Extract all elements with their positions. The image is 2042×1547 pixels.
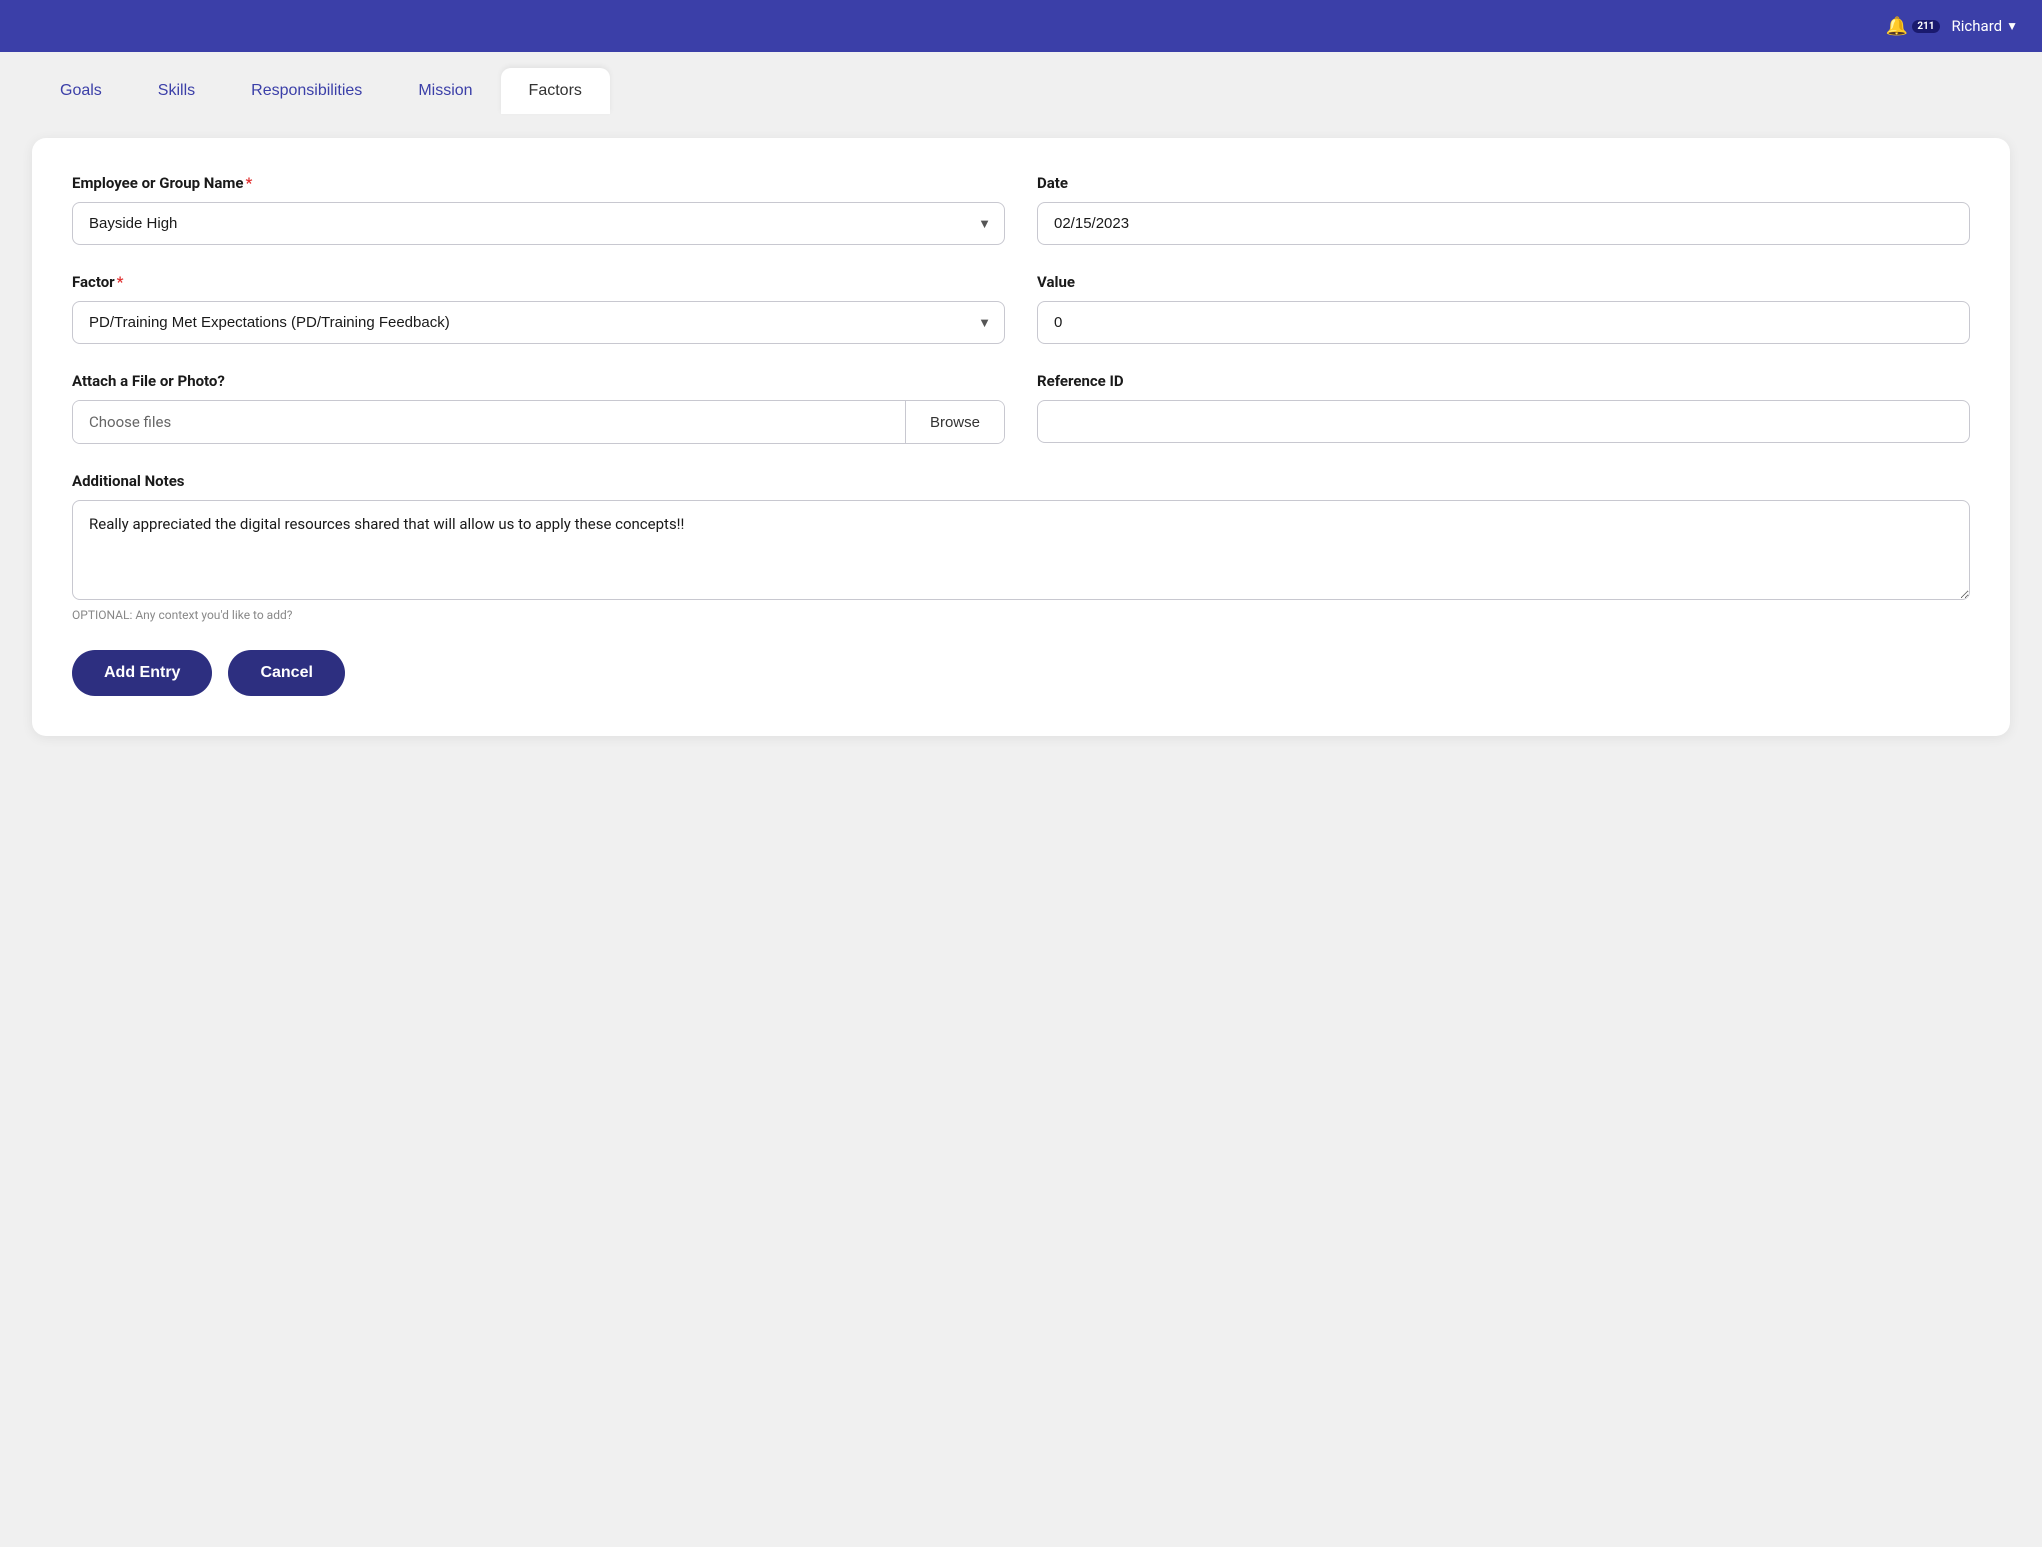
notes-group: Additional Notes Really appreciated the … <box>72 472 1970 600</box>
date-group: Date <box>1037 174 1970 245</box>
file-placeholder: Choose files <box>73 401 905 443</box>
notification-bell[interactable]: 🔔 211 <box>1886 16 1940 37</box>
attach-label: Attach a File or Photo? <box>72 372 1005 390</box>
user-name: Richard <box>1952 17 2003 35</box>
topbar: 🔔 211 Richard ▼ <box>0 0 2042 52</box>
required-star: * <box>246 174 253 192</box>
factor-select-wrapper: PD/Training Met Expectations (PD/Trainin… <box>72 301 1005 344</box>
tab-mission[interactable]: Mission <box>390 68 500 114</box>
employee-group: Employee or Group Name* Bayside High ▼ <box>72 174 1005 245</box>
form-row-2: Factor* PD/Training Met Expectations (PD… <box>72 273 1970 344</box>
tabs-bar: Goals Skills Responsibilities Mission Fa… <box>0 52 2042 114</box>
employee-select[interactable]: Bayside High <box>72 202 1005 245</box>
notes-textarea[interactable]: Really appreciated the digital resources… <box>72 500 1970 600</box>
tab-factors[interactable]: Factors <box>501 68 610 114</box>
file-input-wrapper: Choose files Browse <box>72 400 1005 444</box>
optional-hint: OPTIONAL: Any context you'd like to add? <box>72 608 1970 622</box>
tab-goals[interactable]: Goals <box>32 68 130 114</box>
employee-select-wrapper: Bayside High ▼ <box>72 202 1005 245</box>
notes-label: Additional Notes <box>72 472 1970 490</box>
factor-label: Factor* <box>72 273 1005 291</box>
tab-skills[interactable]: Skills <box>130 68 223 114</box>
cancel-button[interactable]: Cancel <box>228 650 344 696</box>
form-row-1: Employee or Group Name* Bayside High ▼ D… <box>72 174 1970 245</box>
file-group: Attach a File or Photo? Choose files Bro… <box>72 372 1005 444</box>
chevron-down-icon: ▼ <box>2006 19 2018 33</box>
user-menu[interactable]: Richard ▼ <box>1952 17 2018 35</box>
main-content: Employee or Group Name* Bayside High ▼ D… <box>0 114 2042 776</box>
value-label: Value <box>1037 273 1970 291</box>
add-entry-button[interactable]: Add Entry <box>72 650 212 696</box>
factor-required-star: * <box>117 273 124 291</box>
value-input[interactable] <box>1037 301 1970 344</box>
factor-select[interactable]: PD/Training Met Expectations (PD/Trainin… <box>72 301 1005 344</box>
reference-input[interactable] <box>1037 400 1970 443</box>
reference-group: Reference ID <box>1037 372 1970 444</box>
browse-button[interactable]: Browse <box>905 401 1004 443</box>
reference-label: Reference ID <box>1037 372 1970 390</box>
notes-section: Additional Notes Really appreciated the … <box>72 472 1970 622</box>
notification-badge: 211 <box>1912 20 1939 33</box>
form-card: Employee or Group Name* Bayside High ▼ D… <box>32 138 2010 736</box>
form-row-3: Attach a File or Photo? Choose files Bro… <box>72 372 1970 444</box>
date-label: Date <box>1037 174 1970 192</box>
bell-icon: 🔔 <box>1886 16 1908 37</box>
date-input[interactable] <box>1037 202 1970 245</box>
action-row: Add Entry Cancel <box>72 650 1970 696</box>
value-group: Value <box>1037 273 1970 344</box>
tab-responsibilities[interactable]: Responsibilities <box>223 68 390 114</box>
employee-label: Employee or Group Name* <box>72 174 1005 192</box>
factor-group: Factor* PD/Training Met Expectations (PD… <box>72 273 1005 344</box>
